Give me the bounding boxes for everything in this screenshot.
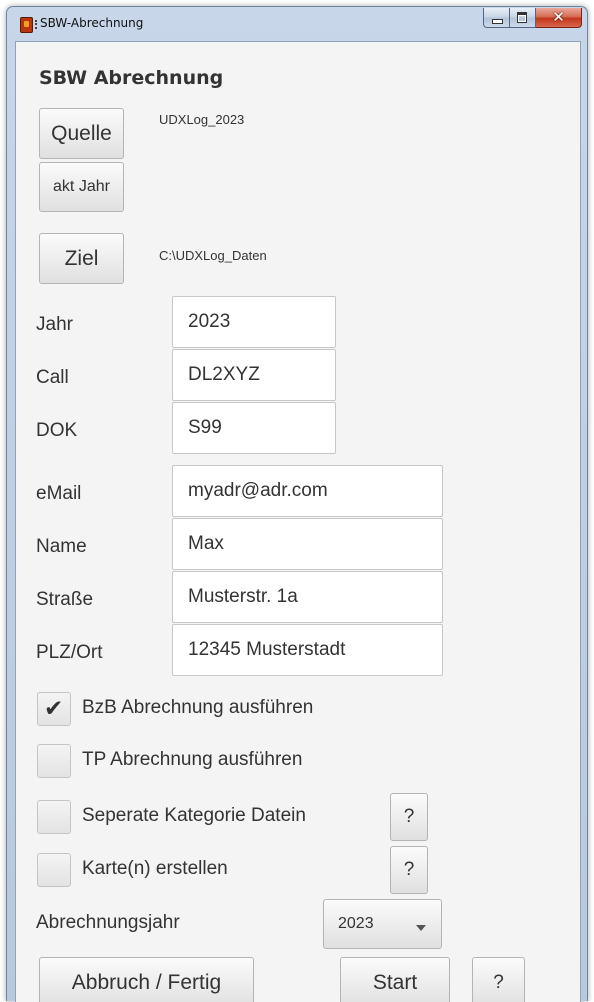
current-year-button[interactable]: akt Jahr bbox=[39, 162, 124, 212]
year-label: Jahr bbox=[36, 314, 73, 335]
source-path: UDXLog_2023 bbox=[159, 112, 245, 127]
cancel-finish-button[interactable]: Abbruch / Fertig bbox=[39, 957, 254, 1002]
dok-field[interactable]: S99 bbox=[172, 402, 336, 454]
tp-checkbox[interactable] bbox=[37, 744, 71, 778]
bzb-label[interactable]: BzB Abrechnung ausführen bbox=[82, 697, 313, 719]
target-path: C:\UDXLog_Daten bbox=[159, 248, 267, 263]
chevron-down-icon bbox=[416, 925, 426, 931]
separate-label[interactable]: Seperate Kategorie Datein bbox=[82, 805, 306, 827]
tp-label[interactable]: TP Abrechnung ausführen bbox=[82, 749, 302, 771]
minimize-button[interactable] bbox=[483, 8, 510, 28]
zip-city-field[interactable]: 12345 Musterstadt bbox=[172, 624, 443, 676]
close-icon: ✕ bbox=[552, 8, 565, 26]
source-button[interactable]: Quelle bbox=[39, 108, 124, 159]
street-label: Straße bbox=[36, 589, 94, 610]
app-window: SBW-Abrechnung ✕ SBW Abrechnung Quelle U… bbox=[6, 6, 588, 1002]
street-field[interactable]: Musterstr. 1a bbox=[172, 571, 443, 623]
call-field[interactable]: DL2XYZ bbox=[172, 349, 336, 401]
page-title: SBW Abrechnung bbox=[39, 67, 224, 89]
app-icon[interactable] bbox=[20, 17, 33, 33]
separate-checkbox[interactable] bbox=[37, 800, 71, 834]
billing-year-select[interactable]: 2023 bbox=[323, 899, 442, 949]
name-label: Name bbox=[36, 536, 87, 557]
help-button[interactable]: ? bbox=[472, 957, 525, 1002]
maximize-button[interactable] bbox=[510, 8, 536, 28]
call-label: Call bbox=[36, 367, 69, 388]
dok-label: DOK bbox=[36, 420, 78, 441]
billing-year-value: 2023 bbox=[338, 915, 374, 932]
name-field[interactable]: Max bbox=[172, 518, 443, 570]
client-area: SBW Abrechnung Quelle UDXLog_2023 akt Ja… bbox=[15, 41, 581, 1002]
email-label: eMail bbox=[36, 483, 82, 504]
title-bar[interactable]: SBW-Abrechnung ✕ bbox=[7, 7, 587, 41]
billing-year-label: Abrechnungsjahr bbox=[36, 912, 180, 933]
checkmark-icon: ✔ bbox=[44, 696, 64, 722]
start-button[interactable]: Start bbox=[340, 957, 450, 1002]
separate-help-button[interactable]: ? bbox=[390, 793, 428, 841]
email-field[interactable]: myadr@adr.com bbox=[172, 465, 443, 517]
maps-help-button[interactable]: ? bbox=[390, 846, 428, 894]
year-field[interactable]: 2023 bbox=[172, 296, 336, 348]
close-button[interactable]: ✕ bbox=[536, 8, 582, 28]
bzb-checkbox[interactable]: ✔ bbox=[37, 692, 71, 726]
caption-buttons: ✕ bbox=[483, 8, 582, 28]
maps-checkbox[interactable] bbox=[37, 853, 71, 887]
window-title: SBW-Abrechnung bbox=[40, 16, 144, 30]
zip-city-label: PLZ/Ort bbox=[36, 642, 103, 663]
target-button[interactable]: Ziel bbox=[39, 233, 124, 284]
maps-label[interactable]: Karte(n) erstellen bbox=[82, 858, 228, 880]
